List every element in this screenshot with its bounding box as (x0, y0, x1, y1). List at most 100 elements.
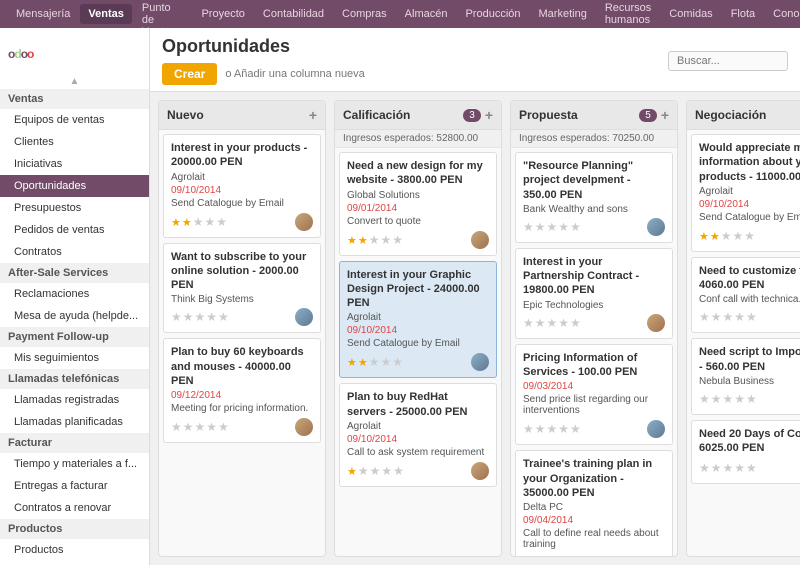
column-cards-nuevo: Interest in your products - 20000.00 PEN… (159, 130, 325, 556)
nav-proyecto[interactable]: Proyecto (193, 4, 252, 24)
sidebar-item-oportunidades[interactable]: Oportunidades (0, 175, 149, 197)
card-stars[interactable]: ★★★★★ (699, 461, 758, 475)
avatar (647, 218, 665, 236)
sidebar-section-after-sale[interactable]: After-Sale Services (0, 263, 149, 283)
card-company: Agrolait (171, 172, 313, 183)
sidebar-item-pedidos[interactable]: Pedidos de ventas (0, 219, 149, 241)
sidebar-item-productos[interactable]: Productos (0, 539, 149, 561)
add-column-link[interactable]: o Añadir una columna nueva (225, 68, 364, 80)
sidebar-section-facturar[interactable]: Facturar (0, 433, 149, 453)
card-title: Interest in your Graphic Design Project … (347, 268, 489, 311)
card-stars[interactable]: ★★★★★ (171, 215, 228, 229)
nav-contabilidad[interactable]: Contabilidad (255, 4, 332, 24)
nav-rrhh[interactable]: Recursos humanos (597, 0, 659, 30)
card-prop-1[interactable]: "Resource Planning" project develpment -… (515, 152, 673, 243)
card-neg-1[interactable]: Would appreciate more information about … (691, 134, 800, 252)
avatar (647, 314, 665, 332)
card-stars[interactable]: ★★★★★ (699, 310, 758, 324)
column-title-negociacion: Negociación (695, 108, 766, 122)
card-prop-4[interactable]: Trainee's training plan in your Organiza… (515, 450, 673, 556)
card-cal-1[interactable]: Need a new design for my website - 3800.… (339, 152, 497, 256)
nav-comidas[interactable]: Comidas (661, 4, 720, 24)
sidebar-item-helpdesk[interactable]: Mesa de ayuda (helpde... (0, 305, 149, 327)
column-badge-calificacion: 3 (463, 109, 481, 122)
card-cal-2[interactable]: Interest in your Graphic Design Project … (339, 261, 497, 379)
card-stars[interactable]: ★★★★★ (347, 233, 404, 247)
column-title-calificacion: Calificación (343, 108, 410, 122)
card-footer: ★★★★★ (347, 353, 489, 371)
card-action: Send Catalogue by Email (699, 212, 800, 223)
column-add-nuevo[interactable]: + (309, 107, 317, 123)
nav-produccion[interactable]: Producción (457, 4, 528, 24)
card-action: Meeting for pricing information. (171, 403, 313, 414)
card-action: Send Catalogue by Email (171, 198, 313, 209)
card-1[interactable]: Interest in your products - 20000.00 PEN… (163, 134, 321, 238)
column-header-propuesta: Propuesta 5 + (511, 101, 677, 130)
scroll-up-arrow[interactable]: ▲ (0, 74, 149, 89)
nav-ventas[interactable]: Ventas (80, 4, 131, 24)
card-cal-3[interactable]: Plan to buy RedHat servers - 25000.00 PE… (339, 383, 497, 487)
card-prop-3[interactable]: Pricing Information of Services - 100.00… (515, 344, 673, 446)
column-add-propuesta[interactable]: + (661, 107, 669, 123)
nav-marketing[interactable]: Marketing (531, 4, 595, 24)
card-neg-4[interactable]: Need 20 Days of Cons... 6025.00 PEN ★★★★… (691, 420, 800, 484)
column-add-calificacion[interactable]: + (485, 107, 493, 123)
column-cards-calificacion: Need a new design for my website - 3800.… (335, 148, 501, 556)
card-action: Send Catalogue by Email (347, 338, 489, 349)
card-neg-2[interactable]: Need to customize the... - 4060.00 PEN C… (691, 257, 800, 334)
sidebar-item-contratos[interactable]: Contratos (0, 241, 149, 263)
nav-conocimiento[interactable]: Conocimiento (765, 4, 800, 24)
card-stars[interactable]: ★★★★★ (171, 420, 230, 434)
nav-compras[interactable]: Compras (334, 4, 395, 24)
top-navigation: Mensajería Ventas Terminal Punto de Vent… (0, 0, 800, 28)
avatar (471, 231, 489, 249)
card-company: Agrolait (347, 421, 489, 432)
card-stars[interactable]: ★★★★★ (347, 355, 404, 369)
card-stars[interactable]: ★★★★★ (523, 220, 582, 234)
sidebar-item-iniciativas[interactable]: Iniciativas (0, 153, 149, 175)
card-prop-2[interactable]: Interest in your Partnership Contract - … (515, 248, 673, 339)
sidebar-item-seguimientos[interactable]: Mis seguimientos (0, 347, 149, 369)
card-date: 09/01/2014 (347, 203, 489, 214)
card-date: 09/04/2014 (523, 515, 665, 526)
card-footer: ★★★★★ (171, 213, 313, 231)
card-stars[interactable]: ★★★★★ (523, 422, 582, 436)
card-3[interactable]: Plan to buy 60 keyboards and mouses - 40… (163, 338, 321, 443)
sidebar-item-tiempo[interactable]: Tiempo y materiales a f... (0, 453, 149, 475)
kanban-board: Nuevo + Interest in your products - 2000… (150, 92, 800, 565)
create-button[interactable]: Crear (162, 63, 217, 85)
card-action: Convert to quote (347, 216, 489, 227)
card-stars[interactable]: ★★★★★ (699, 229, 756, 243)
nav-almacen[interactable]: Almacén (397, 4, 456, 24)
column-nuevo: Nuevo + Interest in your products - 2000… (158, 100, 326, 557)
sidebar-item-tecnologia-odoo[interactable]: Con tecnología de Odoo (0, 561, 149, 565)
card-stars[interactable]: ★★★★★ (347, 464, 405, 478)
content-header: Oportunidades Crear o Añadir una columna… (150, 28, 800, 92)
sidebar-section-productos[interactable]: Productos (0, 519, 149, 539)
card-neg-3[interactable]: Need script to Import data - 560.00 PEN … (691, 338, 800, 415)
sidebar-item-reclamaciones[interactable]: Reclamaciones (0, 283, 149, 305)
card-stars[interactable]: ★★★★★ (699, 392, 758, 406)
card-footer: ★★★★★ (699, 308, 800, 326)
avatar (471, 353, 489, 371)
sidebar-section-ventas[interactable]: Ventas (0, 89, 149, 109)
card-title: Would appreciate more information about … (699, 141, 800, 184)
sidebar-item-contratos-renovar[interactable]: Contratos a renovar (0, 497, 149, 519)
card-2[interactable]: Want to subscribe to your online solutio… (163, 243, 321, 334)
sidebar-item-presupuestos[interactable]: Presupuestos (0, 197, 149, 219)
sidebar-item-equipos[interactable]: Equipos de ventas (0, 109, 149, 131)
search-input[interactable] (668, 51, 788, 71)
sidebar-section-llamadas[interactable]: Llamadas telefónicas (0, 369, 149, 389)
nav-mensajeria[interactable]: Mensajería (8, 4, 78, 24)
card-stars[interactable]: ★★★★★ (171, 310, 230, 324)
nav-flota[interactable]: Flota (723, 4, 763, 24)
sidebar-item-clientes[interactable]: Clientes (0, 131, 149, 153)
sidebar-item-entregas[interactable]: Entregas a facturar (0, 475, 149, 497)
sidebar-section-payment[interactable]: Payment Follow-up (0, 327, 149, 347)
card-stars[interactable]: ★★★★★ (523, 316, 582, 330)
sidebar-item-llamadas-plan[interactable]: Llamadas planificadas (0, 411, 149, 433)
sidebar-item-llamadas-reg[interactable]: Llamadas registradas (0, 389, 149, 411)
card-footer: ★★★★★ (347, 231, 489, 249)
card-title: Need a new design for my website - 3800.… (347, 159, 489, 188)
main-layout: odoo ▲ Ventas Equipos de ventas Clientes… (0, 28, 800, 565)
